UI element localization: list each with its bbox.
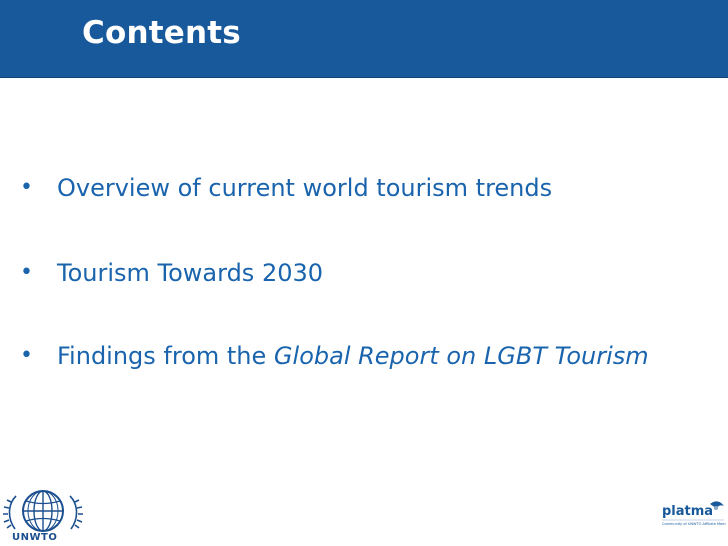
bullet-item: • Tourism Towards 2030: [20, 255, 670, 291]
bullet-icon: •: [20, 260, 33, 285]
svg-text:Community of UNWTO Affiliate M: Community of UNWTO Affiliate Members: [662, 522, 726, 526]
slide-title: Contents: [82, 15, 241, 51]
slide: Contents • Overview of current world tou…: [0, 0, 728, 546]
bullet-icon: •: [20, 175, 33, 200]
report-title-italic: Global Report on LGBT Tourism: [273, 342, 649, 370]
title-bar: Contents: [0, 0, 728, 78]
bullet-text: Tourism Towards 2030: [57, 259, 324, 287]
bullet-item: • Findings from the Global Report on LGB…: [20, 338, 670, 374]
unwto-logo-label: UNWTO: [12, 532, 58, 543]
bullet-text-prefix: Findings from the: [57, 342, 274, 370]
platma-logo-label: platma: [662, 504, 714, 519]
bullet-text: Overview of current world tourism trends: [57, 174, 553, 202]
bullet-icon: •: [20, 343, 33, 368]
bullet-text: Findings from the Global Report on LGBT …: [57, 338, 670, 374]
bullet-item: • Overview of current world tourism tren…: [20, 170, 670, 206]
